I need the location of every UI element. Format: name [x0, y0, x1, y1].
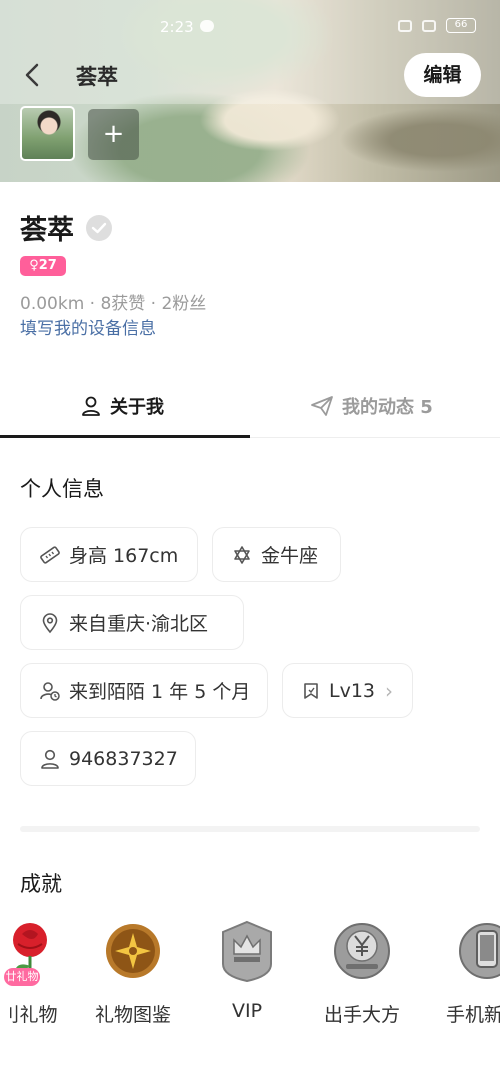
status-time: 2:23: [160, 18, 194, 36]
cover-photo[interactable]: 2:23 66 荟萃 编辑 +: [0, 0, 500, 182]
info-chip-user-id-label: 946837327: [69, 747, 178, 770]
tab-moments-label: 我的动态 5: [342, 397, 433, 418]
bookmark-icon: [304, 682, 318, 699]
wifi-icon: [398, 19, 412, 32]
tab-my-moments[interactable]: 我的动态 5: [310, 374, 433, 438]
achievement-item-gift[interactable]: 廿礼物 刂礼物: [0, 918, 84, 1028]
status-bar: 2:23 66: [0, 14, 500, 40]
location-pin-icon: [42, 612, 58, 633]
gift-badge: 廿礼物: [4, 968, 40, 986]
achievement-label-gift: 刂礼物: [0, 1004, 58, 1026]
info-chip-height: 身高 167cm: [20, 527, 198, 582]
phone-medal-icon: [459, 923, 500, 979]
chevron-left-icon: [25, 63, 39, 87]
signal-icon: [422, 19, 436, 32]
crown-medal-icon: [222, 920, 272, 983]
achievement-item-new-phone[interactable]: 手机新: [432, 918, 500, 1028]
info-chip-height-label: 身高 167cm: [69, 545, 179, 567]
star-of-david-icon: [234, 545, 250, 564]
info-chip-level-label: Lv13: [329, 679, 376, 702]
achievement-label-gift-catalog: 礼物图鉴: [94, 1004, 171, 1026]
user-clock-icon: [40, 681, 60, 701]
achievement-label-vip: VIP: [231, 1000, 263, 1022]
info-chip-membership: 来到陌陌 1 年 5 个月: [20, 663, 268, 718]
info-chip-user-id: 946837327: [20, 731, 196, 786]
achievement-item-gift-catalog[interactable]: 礼物图鉴: [78, 918, 188, 1028]
achievement-label-generous: 出手大方: [323, 1004, 400, 1026]
personal-info-title: 个人信息: [20, 477, 104, 501]
profile-tabs: 关于我 我的动态 5: [0, 374, 500, 438]
header-title: 荟萃: [76, 65, 118, 89]
info-chip-membership-label: 来到陌陌 1 年 5 个月: [69, 681, 251, 703]
achievement-label-new-phone: 手机新: [446, 1004, 500, 1026]
ruler-icon: [40, 545, 60, 564]
add-photo-button[interactable]: +: [88, 109, 139, 160]
achievements-title: 成就: [20, 872, 62, 896]
battery-indicator: 66: [446, 18, 476, 33]
gender-age-badge: ♀27: [20, 256, 66, 276]
info-chip-zodiac: 金牛座: [212, 527, 341, 582]
chevron-right-icon: ›: [385, 678, 394, 703]
achievement-item-vip[interactable]: VIP: [192, 918, 302, 1028]
achievement-item-generous[interactable]: 出手大方: [307, 918, 417, 1028]
person-icon: [82, 396, 100, 416]
verified-check-icon[interactable]: [86, 215, 112, 241]
tab-about-me[interactable]: 关于我: [80, 374, 164, 438]
profile-stats: 0.00km · 8获赞 · 2粉丝: [20, 294, 207, 314]
info-chip-hometown: 来自重庆·渝北区: [20, 595, 244, 650]
device-info-link[interactable]: 填写我的设备信息: [20, 314, 156, 339]
section-divider: [20, 826, 480, 832]
edit-button[interactable]: 编辑: [404, 53, 481, 97]
profile-name: 荟萃: [20, 215, 74, 246]
back-button[interactable]: [18, 60, 48, 90]
info-chip-zodiac-label: 金牛座: [261, 545, 319, 567]
status-icons: 66: [398, 18, 476, 33]
profile-photo-thumbnail[interactable]: [20, 106, 75, 161]
tab-about-label: 关于我: [110, 397, 164, 418]
paper-plane-icon: [311, 396, 333, 416]
chat-notification-icon: [200, 20, 214, 32]
user-icon: [41, 749, 59, 769]
yuan-medal-icon: [334, 923, 390, 979]
gold-compass-medal-icon: [106, 924, 160, 978]
active-tab-indicator: [0, 435, 250, 438]
info-chip-level[interactable]: Lv13 ›: [282, 663, 413, 718]
info-chip-hometown-label: 来自重庆·渝北区: [69, 613, 209, 635]
